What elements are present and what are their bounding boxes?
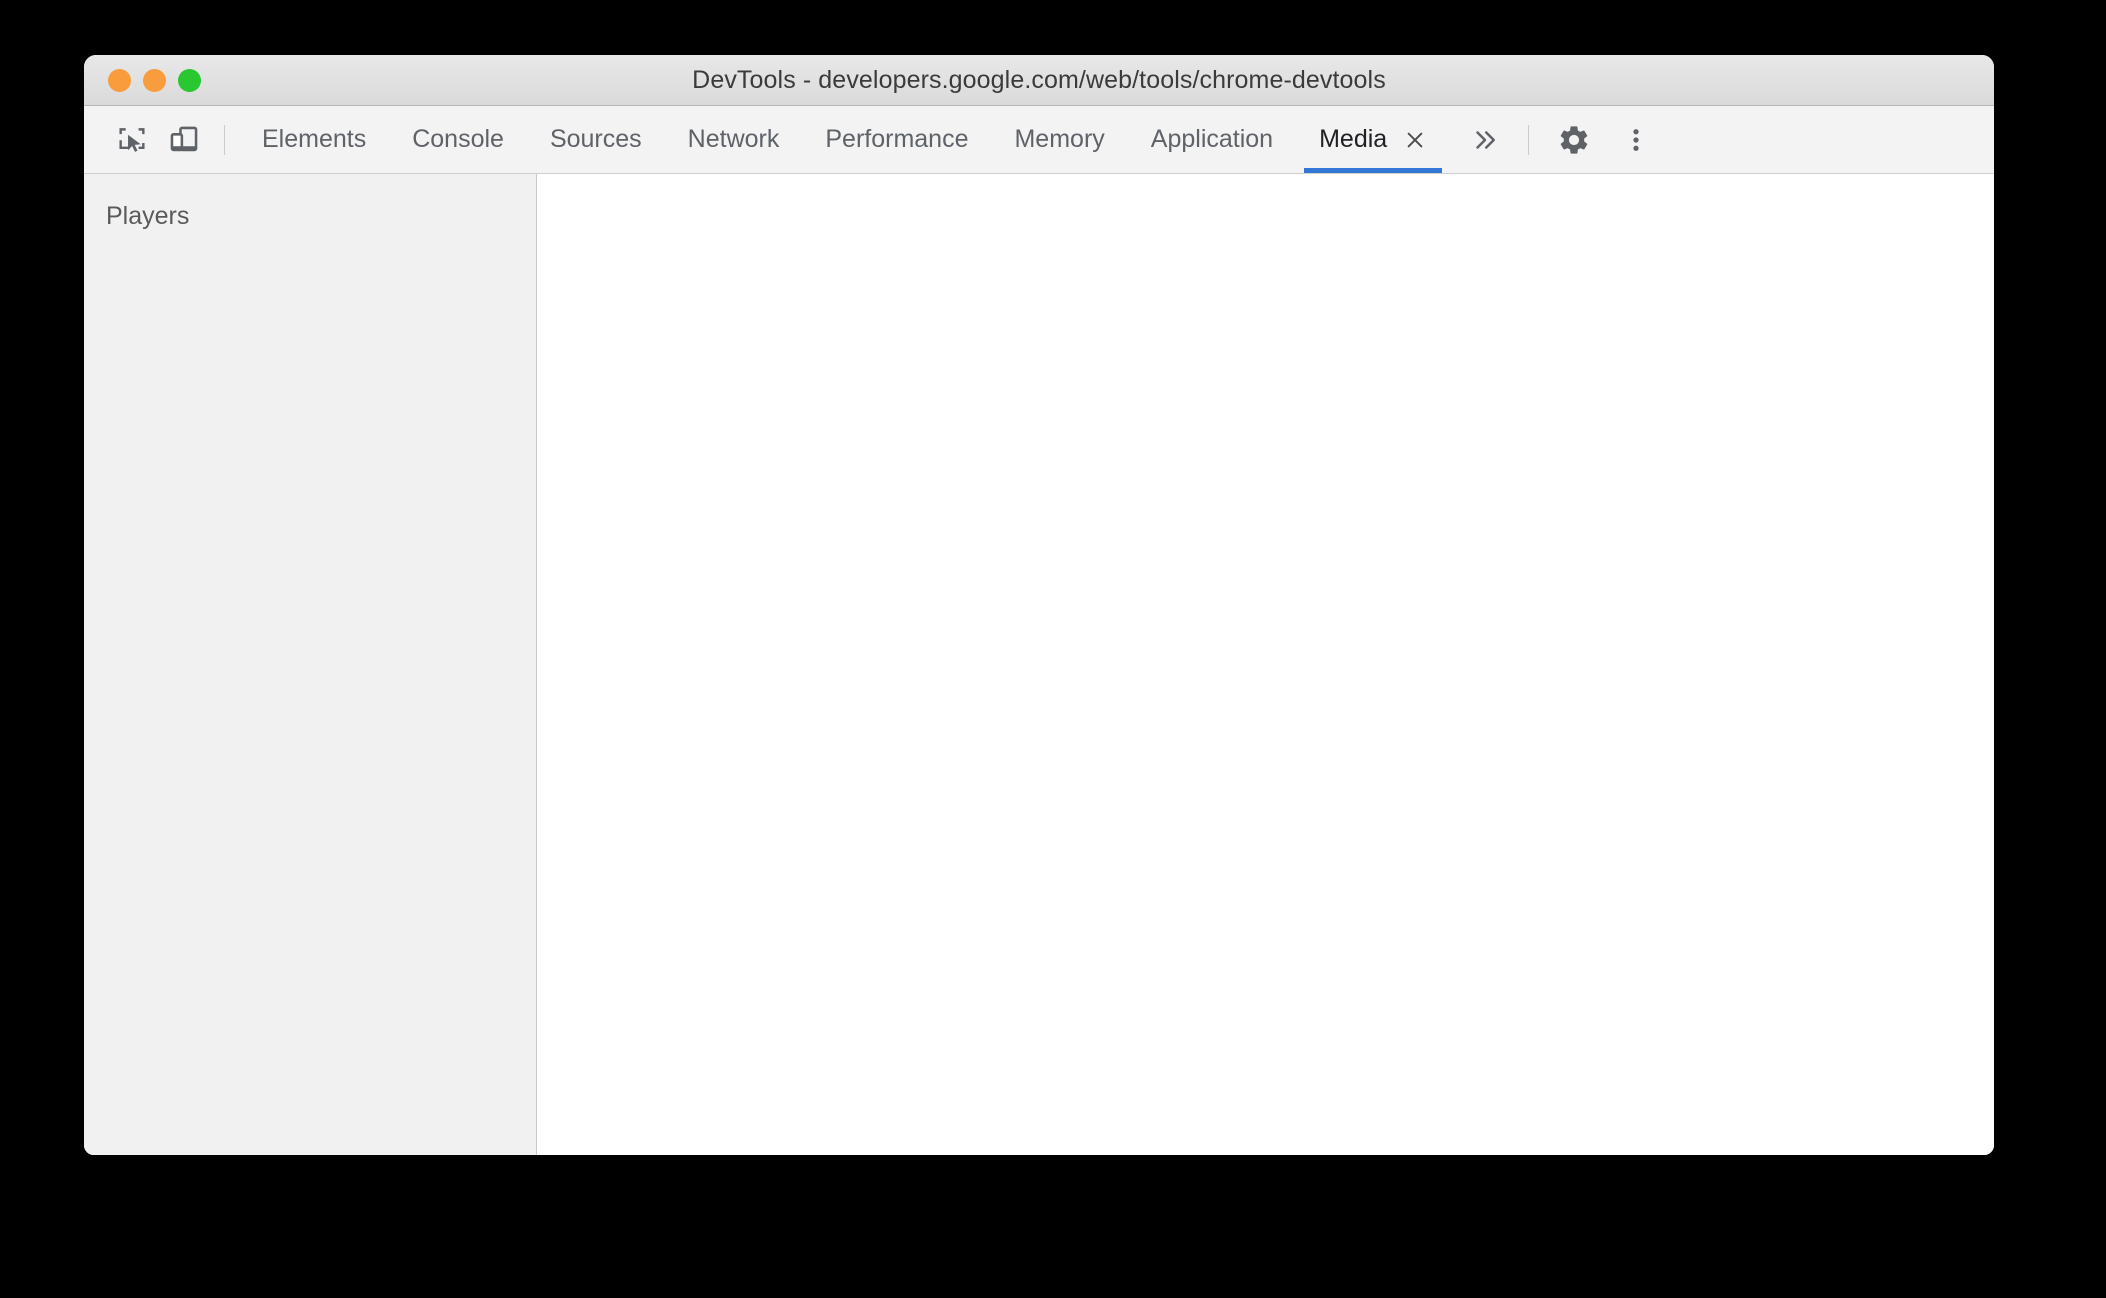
media-panel-body: Players <box>84 174 1994 1155</box>
tab-label: Media <box>1319 125 1388 153</box>
maximize-window-button[interactable] <box>178 68 201 92</box>
media-content-pane <box>537 174 1994 1155</box>
chevron-double-right-icon[interactable] <box>1456 106 1514 173</box>
tab-network[interactable]: Network <box>665 106 803 173</box>
tab-label: Sources <box>549 125 642 153</box>
minimize-window-button[interactable] <box>143 68 166 92</box>
tab-sources[interactable]: Sources <box>527 106 665 173</box>
tab-label: Performance <box>825 125 969 153</box>
players-sidebar: Players <box>84 174 537 1155</box>
devtools-window: DevTools - developers.google.com/web/too… <box>84 55 1994 1155</box>
tab-label: Application <box>1150 125 1274 153</box>
players-header: Players <box>106 202 190 230</box>
window-controls <box>108 55 201 105</box>
toolbar-divider <box>224 124 225 155</box>
tab-media[interactable]: Media <box>1296 106 1450 173</box>
devtools-toolbar: Elements Console Sources Network Perform… <box>84 106 1994 174</box>
tab-label: Console <box>412 125 504 153</box>
window-title: DevTools - developers.google.com/web/too… <box>692 65 1386 94</box>
inspect-element-icon[interactable] <box>106 106 158 173</box>
tab-console[interactable]: Console <box>389 106 527 173</box>
gear-icon[interactable] <box>1543 106 1605 173</box>
tab-application[interactable]: Application <box>1128 106 1296 173</box>
tab-label: Elements <box>262 125 367 153</box>
tab-memory[interactable]: Memory <box>991 106 1127 173</box>
close-icon[interactable] <box>1403 128 1427 152</box>
close-window-button[interactable] <box>108 68 131 92</box>
toolbar-right-controls <box>1456 106 1667 173</box>
kebab-menu-icon[interactable] <box>1605 106 1667 173</box>
window-titlebar: DevTools - developers.google.com/web/too… <box>84 55 1994 106</box>
panel-tab-bar: Elements Console Sources Network Perform… <box>239 106 1450 173</box>
device-toolbar-icon[interactable] <box>158 106 210 173</box>
tab-label: Network <box>687 125 780 153</box>
tab-performance[interactable]: Performance <box>802 106 991 173</box>
tab-label: Memory <box>1014 125 1105 153</box>
tab-elements[interactable]: Elements <box>239 106 389 173</box>
toolbar-divider-right <box>1528 124 1530 155</box>
